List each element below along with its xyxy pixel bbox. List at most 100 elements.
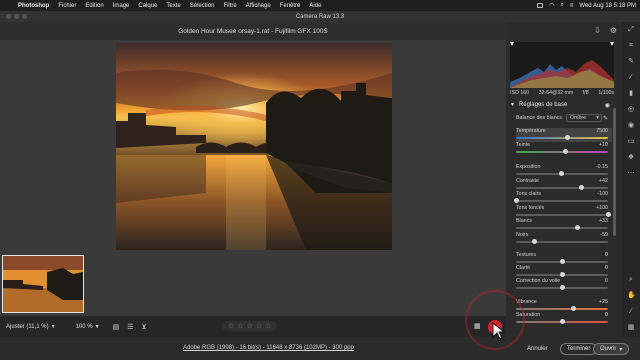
slider-value[interactable]: +42	[599, 178, 608, 184]
slider-track[interactable]	[516, 200, 608, 202]
sort-icon[interactable]: ☰	[127, 323, 133, 331]
histogram[interactable]	[510, 42, 614, 88]
shadow-clipping-icon[interactable]	[510, 42, 514, 46]
slider-track[interactable]	[516, 227, 608, 229]
menu-filtre[interactable]: Filtre	[223, 3, 236, 9]
slider-value[interactable]: 7500	[596, 128, 608, 134]
menu-calque[interactable]: Calque	[138, 3, 157, 9]
slider-knob[interactable]	[606, 212, 611, 217]
gear-icon[interactable]: ⚙	[609, 26, 618, 35]
zoom-percent-chevron-icon[interactable]: ▾	[96, 323, 99, 330]
menu-image[interactable]: Image	[113, 3, 130, 9]
slider-knob[interactable]	[560, 272, 565, 277]
wifi-icon[interactable]: ◠	[549, 2, 554, 9]
slider-knob[interactable]	[560, 285, 565, 290]
radial-gradient-icon[interactable]: ◎	[627, 106, 635, 114]
slider-value[interactable]: +10	[599, 142, 608, 148]
visibility-eye-icon[interactable]: ◉	[605, 102, 610, 109]
slider-knob[interactable]	[562, 149, 568, 154]
slider-knob[interactable]	[514, 198, 519, 203]
zoom-percent-select[interactable]: 100 %	[76, 324, 93, 330]
highlight-clipping-icon[interactable]	[610, 42, 614, 46]
slider-value[interactable]: 0	[605, 252, 608, 258]
red-eye-icon[interactable]: ◉	[627, 122, 635, 130]
zoom-tool-icon[interactable]: ⌕	[627, 276, 635, 284]
menu-texte[interactable]: Texte	[166, 3, 180, 9]
close-window-icon[interactable]	[6, 14, 11, 19]
cancel-button[interactable]: Annuler	[521, 343, 554, 355]
done-button[interactable]: Terminer	[560, 343, 598, 355]
fit-zoom-select[interactable]: Ajuster (11,1 %)	[6, 324, 49, 330]
slider-knob[interactable]	[571, 306, 577, 311]
open-chevron-icon[interactable]: ▾	[619, 346, 622, 353]
star-1-icon[interactable]: ☆	[228, 322, 234, 330]
slider-track[interactable]	[516, 137, 608, 139]
crop-tool-icon[interactable]: ⌗	[627, 42, 635, 50]
more-options-icon[interactable]: ⋯	[627, 170, 635, 178]
color-sampler-icon[interactable]: ⁄	[627, 308, 635, 316]
filmstrip-thumbnail[interactable]	[2, 255, 84, 313]
panel-scrollbar[interactable]	[613, 108, 616, 236]
slider-knob[interactable]	[574, 225, 580, 230]
filmstrip-toggle-icon[interactable]: ▤	[113, 323, 120, 331]
slider-knob[interactable]	[560, 259, 565, 264]
menu-affichage[interactable]: Affichage	[246, 3, 271, 9]
collapse-chevron-icon[interactable]: ▼	[510, 102, 515, 108]
slider-value[interactable]: -59	[600, 232, 608, 238]
photo-preview[interactable]	[116, 43, 392, 250]
slider-knob[interactable]	[579, 185, 585, 190]
control-center-icon[interactable]: ≡	[570, 3, 574, 9]
slider-track[interactable]	[516, 241, 608, 243]
slider-value[interactable]: -100	[597, 191, 608, 197]
minimize-window-icon[interactable]	[14, 14, 19, 19]
linear-gradient-icon[interactable]: ▮	[627, 90, 635, 98]
workflow-options-link[interactable]: Adobe RGB (1998) - 16 bit(s) - 11648 x 8…	[183, 345, 354, 351]
slider-value[interactable]: +25	[599, 299, 608, 305]
star-2-icon[interactable]: ☆	[237, 322, 243, 330]
presets-icon[interactable]: ❖	[627, 154, 635, 162]
slider-value[interactable]: -0.15	[596, 164, 608, 170]
slider-track[interactable]	[516, 214, 608, 216]
grid-overlay-icon[interactable]: ▦	[627, 324, 635, 332]
filter-icon[interactable]: ⊻	[142, 323, 147, 331]
menu-selection[interactable]: Sélection	[190, 3, 215, 9]
star-3-icon[interactable]: ☆	[247, 322, 253, 330]
menu-app-name[interactable]: Photoshop	[18, 3, 49, 9]
zoom-window-icon[interactable]	[22, 14, 27, 19]
mask-brush-icon[interactable]: ⁄	[627, 74, 635, 82]
slider-knob[interactable]	[532, 239, 538, 244]
menu-edition[interactable]: Edition	[85, 3, 103, 9]
slider-value[interactable]: +100	[596, 205, 608, 211]
star-5-icon[interactable]: ☆	[265, 322, 271, 330]
zoom-controls: Ajuster (11,1 %) ▾ 100 % ▾	[6, 323, 99, 331]
basic-section-header[interactable]: ▼ Réglages de base ◉	[510, 100, 614, 110]
menu-aide[interactable]: Aide	[309, 3, 321, 9]
hand-tool-icon[interactable]: ✋	[627, 292, 636, 300]
menubar-extra-icon[interactable]	[537, 3, 544, 8]
edit-tool-icon[interactable]: ⤢	[627, 26, 635, 34]
star-4-icon[interactable]: ☆	[256, 322, 262, 330]
menu-fichier[interactable]: Fichier	[58, 3, 76, 9]
eyedropper-icon[interactable]: ✎	[603, 115, 608, 122]
save-icon[interactable]: ⇩	[593, 26, 602, 35]
slider-value[interactable]: 0	[605, 312, 608, 318]
healing-tool-icon[interactable]: ✎	[627, 58, 635, 66]
fit-zoom-chevron-icon[interactable]: ▾	[52, 323, 55, 330]
star-rating[interactable]: ☆ ☆ ☆ ☆ ☆	[222, 321, 278, 331]
slider-value[interactable]: 0	[605, 265, 608, 271]
exif-aperture: f/8	[582, 90, 589, 96]
open-button[interactable]: Ouvrir ▾	[593, 343, 630, 355]
slider-knob[interactable]	[560, 319, 565, 324]
slider-knob[interactable]	[559, 171, 565, 176]
slider-value[interactable]: +33	[599, 218, 608, 224]
snapshots-icon[interactable]: ▭	[627, 138, 635, 146]
slider-knob[interactable]	[564, 135, 570, 140]
slider-track[interactable]	[516, 187, 608, 189]
menu-fenetre[interactable]: Fenêtre	[280, 3, 301, 9]
white-balance-select[interactable]: Ombre ▾	[565, 114, 602, 122]
slider-value[interactable]: 0	[605, 278, 608, 284]
slider-track[interactable]	[516, 308, 608, 310]
menubar-clock[interactable]: Wed Aug 18 5:18 PM	[579, 3, 636, 9]
histogram-graph	[510, 42, 614, 88]
search-icon[interactable]: ⌕	[561, 2, 564, 9]
